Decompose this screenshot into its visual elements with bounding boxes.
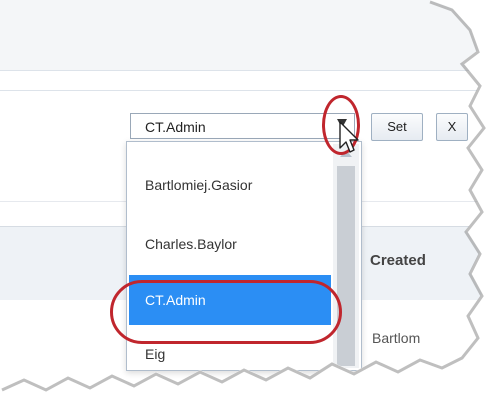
clear-button[interactable]: X (436, 113, 468, 141)
column-header-created[interactable]: Created (370, 252, 426, 269)
callout-ring-selected-option (110, 280, 342, 344)
screenshot-frame: CT.Admin Set X Created Bartlom Bartlomie… (0, 0, 486, 393)
app-screen: CT.Admin Set X Created Bartlom Bartlomie… (0, 0, 484, 388)
user-select-value: CT.Admin (145, 119, 206, 135)
table-cell-author: Bartlom (372, 330, 421, 346)
set-button[interactable]: Set (371, 113, 423, 141)
scrollbar-thumb[interactable] (337, 166, 355, 366)
dropdown-option[interactable]: Bartlomiej.Gasior (129, 160, 331, 210)
dropdown-scrollbar[interactable] (333, 144, 359, 368)
top-header-bar (0, 0, 484, 71)
dropdown-option[interactable]: Charles.Baylor (129, 219, 331, 269)
mouse-pointer-icon (339, 121, 359, 153)
